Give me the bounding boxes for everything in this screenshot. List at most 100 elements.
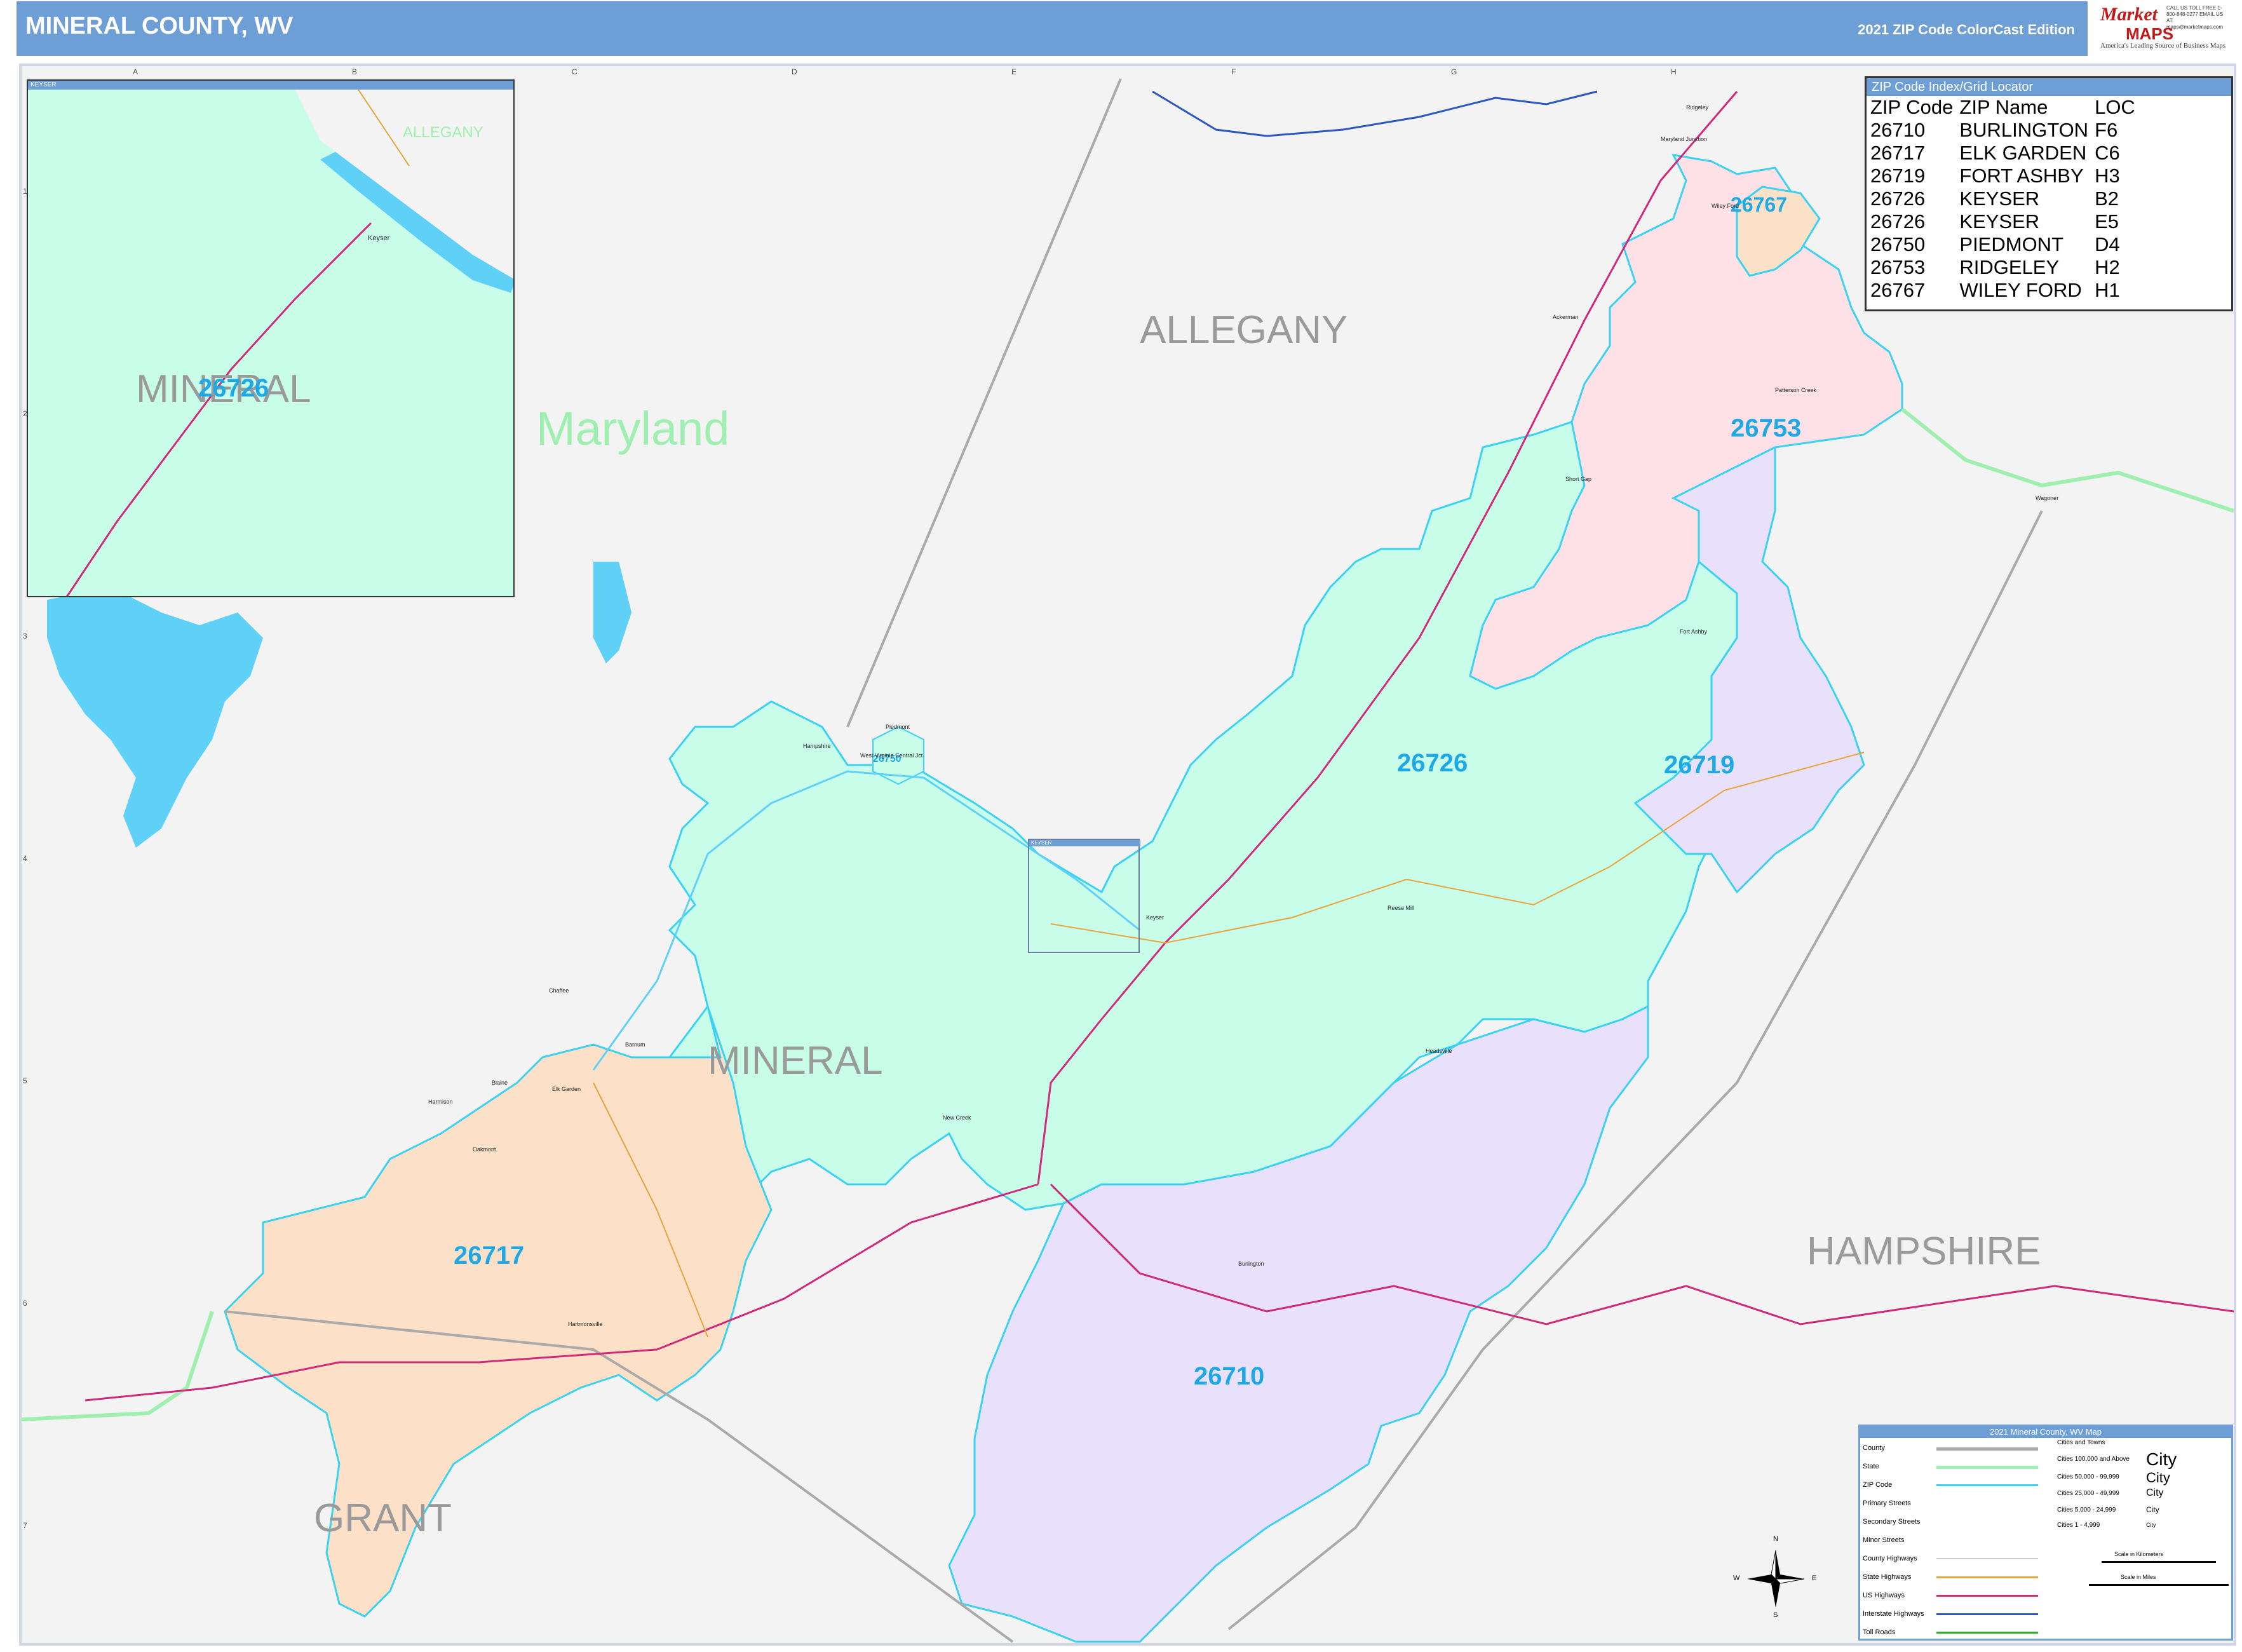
- inset-outside-area: [295, 90, 513, 279]
- town-label: Hampshire: [803, 743, 831, 749]
- grid-row-4: 4: [23, 854, 27, 863]
- legend-city-range: Cities 50,000 - 99,999: [2057, 1473, 2119, 1480]
- legend-item-state-hwy: State Highways: [1863, 1573, 1912, 1581]
- zip-cell: 26710: [1870, 119, 1926, 141]
- table-row: 26726 KEYSER B2: [1870, 187, 2142, 210]
- zip-cell: 26726: [1870, 187, 1926, 210]
- legend-line-state: [1936, 1466, 2038, 1469]
- legend-scale-km: Scale in Kilometers: [2114, 1551, 2164, 1557]
- town-label: Short Gap: [1565, 476, 1592, 482]
- grid-row-6: 6: [23, 1299, 27, 1308]
- zip-area-26717: [224, 1006, 773, 1618]
- zip-index-col-header: ZIP Name: [1959, 96, 2048, 118]
- county-boundary-west: [846, 78, 1122, 728]
- legend-city-range: Cities 5,000 - 24,999: [2057, 1506, 2116, 1513]
- legend-city-sample: City: [2146, 1449, 2177, 1469]
- legend-cities-header: Cities and Towns: [2057, 1439, 2105, 1446]
- town-label: Maryland Junction: [1661, 136, 1708, 142]
- legend-item-interstate: Interstate Highways: [1863, 1610, 1924, 1618]
- legend-city-sample: City: [2146, 1470, 2170, 1486]
- keyser-inset-map[interactable]: KEYSER MINERAL 26726 ALLEGANY Keyser: [27, 79, 515, 597]
- town-label: Burlington: [1238, 1261, 1264, 1267]
- grid-col-c: C: [572, 67, 577, 76]
- zip-label-26719: 26719: [1664, 751, 1735, 779]
- county-label-grant: GRANT: [314, 1496, 452, 1540]
- legend-item-minor: Minor Streets: [1863, 1536, 1905, 1544]
- legend-line-interstate: [1936, 1613, 2038, 1615]
- town-label: Chaffee: [549, 987, 569, 994]
- town-label: New Creek: [943, 1114, 971, 1121]
- zip-label-26710: 26710: [1194, 1362, 1265, 1390]
- town-label: Wiley Ford: [1712, 203, 1739, 209]
- county-label-mineral: MINERAL: [708, 1039, 883, 1083]
- zip-name-cell: PIEDMONT: [1959, 233, 2064, 255]
- legend-city-range: Cities 25,000 - 49,999: [2057, 1490, 2119, 1497]
- loc-cell: D4: [2095, 233, 2120, 255]
- legend-line-county-hwy: [1936, 1558, 2038, 1559]
- grid-col-f: F: [1231, 67, 1236, 76]
- inset-label-allegany: ALLEGANY: [403, 124, 483, 141]
- town-label: Harmison: [428, 1099, 453, 1105]
- legend-title: 2021 Mineral County, WV Map: [1860, 1426, 2231, 1438]
- town-label: Wagoner: [2036, 495, 2059, 501]
- zip-name-cell: FORT ASHBY: [1959, 165, 2084, 187]
- compass-rose: N S W E: [1733, 1535, 1816, 1619]
- compass-e: E: [1812, 1574, 1817, 1582]
- zip-cell: 26719: [1870, 165, 1926, 187]
- legend-item-county-hwy: County Highways: [1863, 1555, 1917, 1562]
- grid-row-3: 3: [23, 632, 27, 640]
- grid-col-d: D: [792, 67, 797, 76]
- reservoir: [593, 562, 631, 663]
- zip-name-cell: KEYSER: [1959, 210, 2040, 233]
- legend-line-state-hwy: [1936, 1576, 2038, 1578]
- inset-drawing: [66, 90, 513, 596]
- compass-s: S: [1773, 1611, 1778, 1619]
- legend-line-zip: [1936, 1484, 2038, 1486]
- town-label: Barnum: [625, 1041, 645, 1048]
- table-row: 26753 RIDGELEY H2: [1870, 256, 2142, 279]
- zip-index-table: ZIP Code ZIP Name LOC 26710 BURLINGTON F6 …: [1870, 96, 2142, 302]
- zip-name-cell: ELK GARDEN: [1959, 142, 2087, 164]
- grid-col-h: H: [1671, 67, 1677, 76]
- zip-index-title: ZIP Code Index/Grid Locator: [1867, 78, 2231, 96]
- zip-name-cell: BURLINGTON: [1959, 119, 2089, 141]
- loc-cell: B2: [2095, 187, 2119, 210]
- legend-item-secondary: Secondary Streets: [1863, 1518, 1921, 1526]
- legend-item-state: State: [1863, 1463, 1879, 1470]
- inset-label-26726: 26726: [198, 374, 269, 402]
- table-row: 26726 KEYSER E5: [1870, 210, 2142, 233]
- map-legend: 2021 Mineral County, WV Map County State…: [1858, 1425, 2233, 1641]
- zip-index-header-row: ZIP Code ZIP Name LOC: [1870, 96, 2142, 119]
- state-line: [22, 1311, 214, 1421]
- table-row: 26719 FORT ASHBY H3: [1870, 165, 2142, 187]
- zip-name-cell: KEYSER: [1959, 187, 2040, 210]
- county-label-allegany: ALLEGANY: [1140, 308, 1348, 352]
- town-label: Ridgeley: [1686, 104, 1709, 111]
- state-label-maryland: Maryland: [536, 402, 730, 455]
- legend-item-toll: Toll Roads: [1863, 1628, 1896, 1636]
- inset-reference-box[interactable]: KEYSER: [1028, 839, 1140, 953]
- legend-city-sample: City: [2146, 1522, 2156, 1528]
- grid-col-b: B: [352, 67, 358, 76]
- table-row: 26710 BURLINGTON F6: [1870, 119, 2142, 142]
- lake: [47, 587, 263, 848]
- inset-reference-title: KEYSER: [1029, 840, 1140, 846]
- table-row: 26717 ELK GARDEN C6: [1870, 142, 2142, 165]
- grid-col-g: G: [1451, 67, 1457, 76]
- town-label: Oakmont: [473, 1146, 496, 1153]
- state-line-north: [1901, 407, 2234, 513]
- legend-line-us-hwy: [1936, 1595, 2038, 1597]
- legend-item-zip: ZIP Code: [1863, 1481, 1893, 1489]
- zip-label-26753: 26753: [1731, 414, 1802, 442]
- town-label: Patterson Creek: [1775, 387, 1817, 393]
- logo-text-market: Market: [2100, 4, 2158, 25]
- compass-n: N: [1773, 1535, 1778, 1543]
- logo-tagline: America's Leading Source of Business Map…: [2100, 42, 2226, 50]
- grid-row-7: 7: [23, 1521, 27, 1530]
- loc-cell: H1: [2095, 279, 2120, 301]
- zip-label-26717: 26717: [454, 1242, 525, 1269]
- town-label: Elk Garden: [552, 1086, 581, 1092]
- town-label: Fort Ashby: [1680, 628, 1708, 635]
- zip-name-cell: WILEY FORD: [1959, 279, 2082, 301]
- county-label-hampshire: HAMPSHIRE: [1807, 1229, 2041, 1273]
